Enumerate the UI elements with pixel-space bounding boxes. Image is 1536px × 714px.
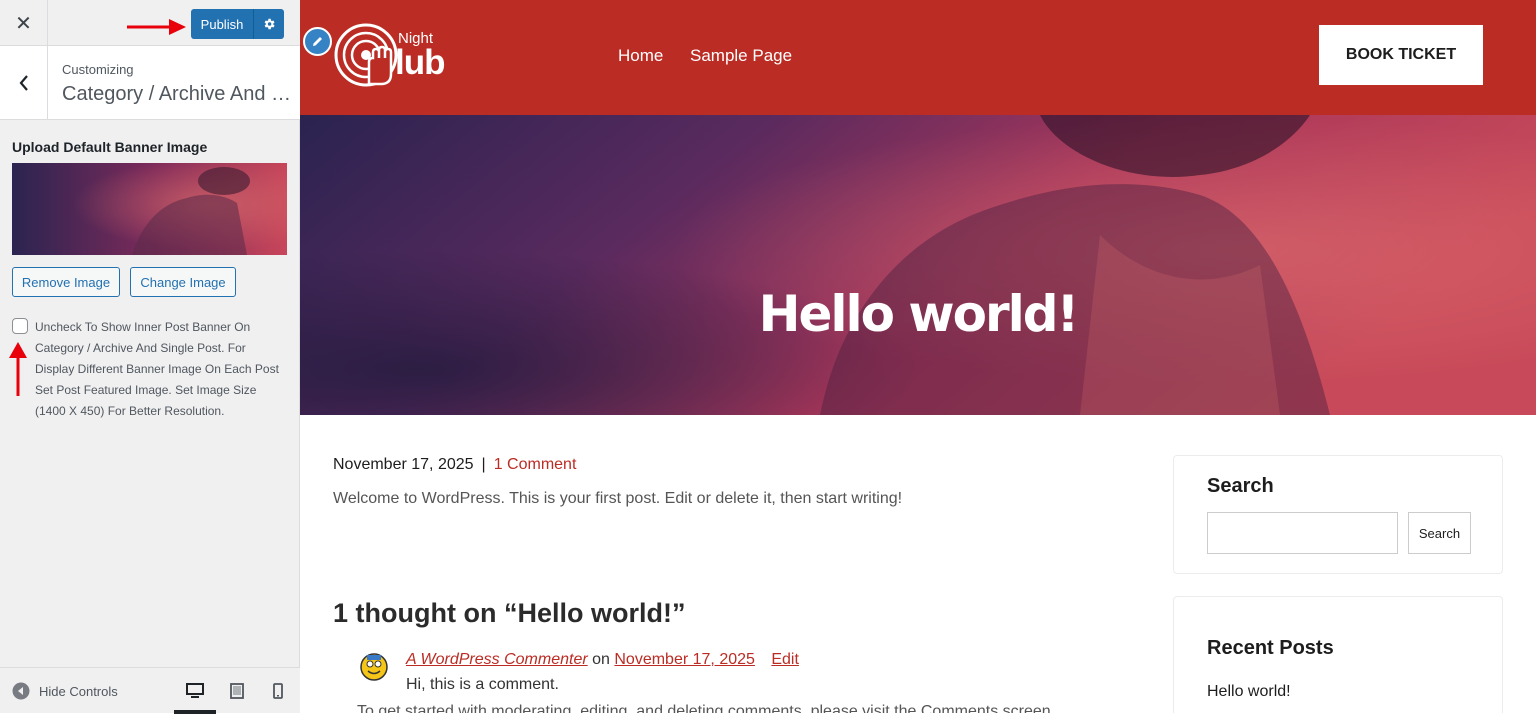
post-meta: November 17, 2025 | 1 Comment bbox=[333, 456, 576, 474]
publish-settings-button[interactable] bbox=[254, 9, 284, 39]
post-excerpt: Welcome to WordPress. This is your first… bbox=[333, 490, 903, 507]
arrow-left-circle-icon bbox=[12, 682, 30, 700]
recent-posts-title: Recent Posts bbox=[1207, 637, 1334, 659]
chevron-left-icon bbox=[19, 75, 28, 91]
back-button[interactable] bbox=[0, 46, 48, 120]
hero-banner: Hello world! bbox=[300, 115, 1536, 415]
meta-separator: | bbox=[481, 456, 486, 473]
book-ticket-button[interactable]: BOOK TICKET bbox=[1319, 25, 1483, 85]
commenter-avatar bbox=[359, 652, 389, 682]
publish-controls: Publish bbox=[191, 9, 284, 39]
pencil-icon bbox=[313, 37, 322, 46]
desktop-icon bbox=[186, 683, 204, 698]
comment-text-continued: To get started with moderating, editing,… bbox=[357, 703, 1051, 713]
banner-image-label: Upload Default Banner Image bbox=[12, 139, 208, 155]
site-header: Night lub Home Sample Page BOOK TICKET bbox=[300, 0, 1536, 115]
search-widget: Search Search bbox=[1173, 455, 1503, 574]
comment-author-link[interactable]: A WordPress Commenter bbox=[406, 651, 588, 668]
close-icon: ✕ bbox=[15, 11, 32, 35]
comment-date-link[interactable]: November 17, 2025 bbox=[614, 651, 755, 668]
hero-background-image bbox=[300, 115, 1536, 415]
post-date: November 17, 2025 bbox=[333, 456, 474, 473]
inner-banner-checkbox-description: Uncheck To Show Inner Post Banner On Cat… bbox=[35, 320, 279, 418]
comments-title: 1 thought on “Hello world!” bbox=[333, 598, 686, 628]
recent-posts-widget: Recent Posts Hello world! bbox=[1173, 596, 1503, 713]
recent-post-link[interactable]: Hello world! bbox=[1207, 683, 1291, 701]
section-title: Category / Archive And Single Post bbox=[62, 83, 292, 105]
preview-tablet-button[interactable] bbox=[224, 678, 250, 704]
comment-count-link[interactable]: 1 Comment bbox=[494, 456, 577, 473]
customizer-footer: Hide Controls bbox=[0, 667, 300, 714]
comment-on-text: on bbox=[592, 651, 610, 668]
search-widget-title: Search bbox=[1207, 475, 1274, 497]
change-image-button[interactable]: Change Image bbox=[130, 267, 236, 297]
section-header: Customizing Category / Archive And Singl… bbox=[0, 46, 300, 120]
remove-image-button[interactable]: Remove Image bbox=[12, 267, 120, 297]
hide-controls-button[interactable]: Hide Controls bbox=[12, 668, 118, 714]
vinyl-hand-logo-icon bbox=[334, 23, 398, 87]
annotation-arrow-up bbox=[9, 342, 27, 396]
logo-text-bottom: lub bbox=[395, 43, 445, 82]
edit-shortcut-button[interactable] bbox=[303, 27, 332, 56]
banner-image-thumbnail bbox=[12, 163, 287, 255]
site-preview: Night lub Home Sample Page BOOK TICKET H… bbox=[300, 0, 1536, 713]
nav-link-sample-page[interactable]: Sample Page bbox=[690, 46, 792, 66]
search-button[interactable]: Search bbox=[1408, 512, 1471, 554]
comment-edit-link[interactable]: Edit bbox=[771, 651, 799, 668]
annotation-arrow-right bbox=[127, 19, 186, 35]
customizer-sidebar: ✕ Publish Customizing Category / Archive… bbox=[0, 0, 300, 714]
nav-link-home[interactable]: Home bbox=[618, 46, 663, 66]
gear-icon bbox=[264, 18, 275, 30]
publish-button[interactable]: Publish bbox=[191, 9, 254, 39]
comment-text: Hi, this is a comment. bbox=[406, 676, 559, 693]
preview-desktop-button[interactable] bbox=[174, 678, 216, 714]
mobile-icon bbox=[273, 683, 283, 699]
customizing-label: Customizing bbox=[62, 62, 134, 77]
hero-title: Hello world! bbox=[758, 285, 1080, 343]
preview-mobile-button[interactable] bbox=[265, 678, 291, 704]
close-customizer-button[interactable]: ✕ bbox=[0, 0, 48, 46]
comment-meta: A WordPress Commenter on November 17, 20… bbox=[406, 651, 799, 669]
search-input[interactable] bbox=[1207, 512, 1398, 554]
tablet-icon bbox=[230, 683, 244, 699]
hide-controls-label: Hide Controls bbox=[39, 683, 118, 699]
site-logo[interactable]: Night lub bbox=[333, 22, 463, 88]
inner-banner-checkbox[interactable] bbox=[12, 318, 28, 334]
